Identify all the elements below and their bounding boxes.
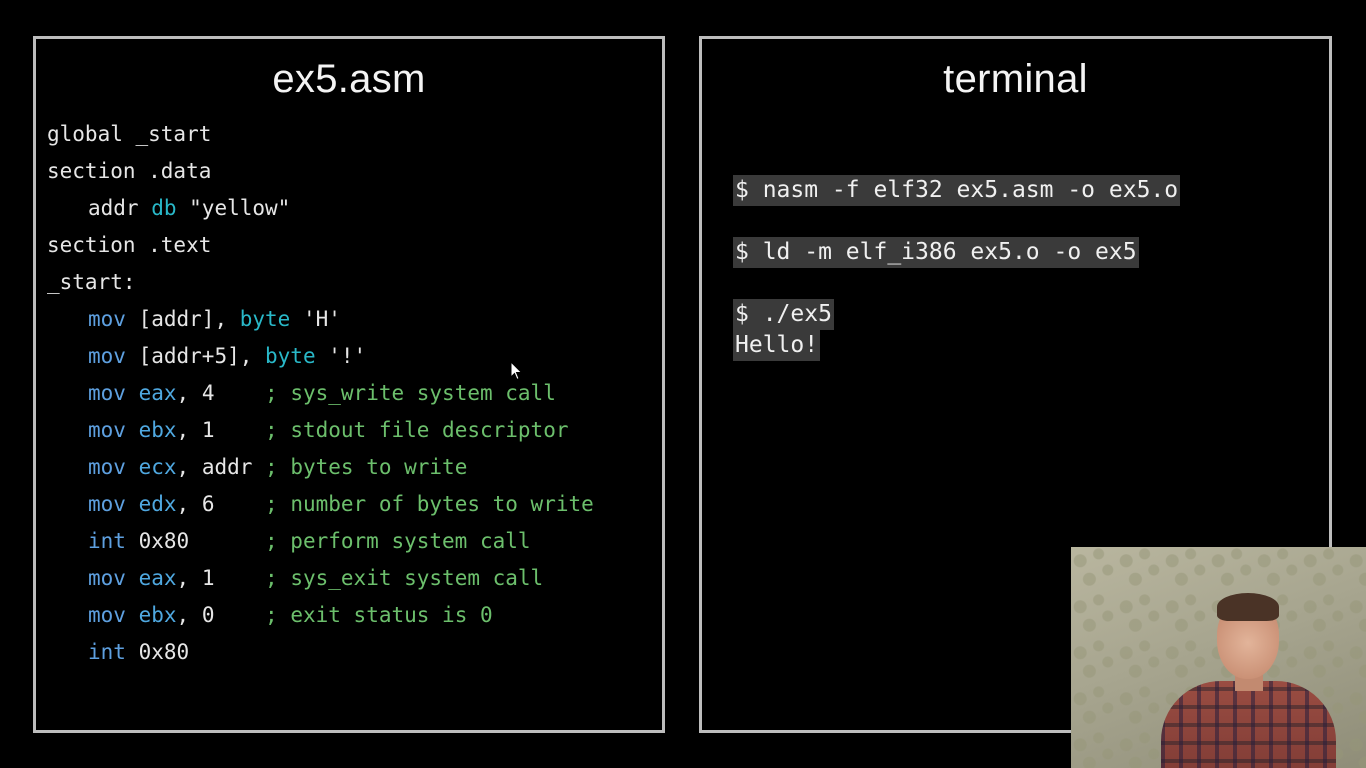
code-token: int [88, 640, 126, 664]
code-token: ; stdout file descriptor [265, 418, 569, 442]
terminal-output: $ nasm -f elf32 ex5.asm -o ex5.o $ ld -m … [733, 175, 1181, 361]
terminal-row: $ ld -m elf_i386 ex5.o -o ex5 [733, 237, 1180, 268]
code-line: mov edx, 6 ; number of bytes to write [47, 486, 594, 523]
terminal-row: Hello! [733, 330, 1180, 361]
code-token: global _start [47, 122, 212, 146]
code-token: mov [88, 307, 126, 331]
code-line: mov ecx, addr ; bytes to write [47, 449, 594, 486]
code-line: mov ebx, 1 ; stdout file descriptor [47, 412, 594, 449]
code-token: int [88, 529, 126, 553]
code-token: section .text [47, 233, 212, 257]
code-token: ebx [138, 603, 177, 627]
terminal-output-line: Hello! [733, 330, 821, 361]
code-line: _start: [47, 264, 594, 301]
code-token: db [151, 196, 177, 220]
code-panel: ex5.asm global _startsection .data addr d… [33, 36, 665, 733]
code-token: edx [138, 492, 177, 516]
code-token: 0x80 [125, 529, 266, 553]
code-line: mov [addr], byte 'H' [47, 301, 594, 338]
code-line: int 0x80 ; perform system call [47, 523, 594, 560]
code-token: ecx [138, 455, 177, 479]
code-line: mov eax, 1 ; sys_exit system call [47, 560, 594, 597]
code-token: ; sys_exit system call [265, 566, 544, 590]
mouse-cursor-icon [510, 361, 523, 381]
code-token: ; bytes to write [265, 455, 468, 479]
code-token: , 1 [176, 418, 266, 442]
code-line: int 0x80 [47, 634, 594, 671]
terminal-spacer [733, 268, 1180, 299]
code-line: section .data [47, 153, 594, 190]
code-token: mov [88, 418, 126, 442]
code-line: addr db "yellow" [47, 190, 594, 227]
code-token: mov [88, 344, 126, 368]
code-token: mov [88, 603, 126, 627]
code-token: ; exit status is 0 [265, 603, 493, 627]
code-token: _start: [47, 270, 136, 294]
code-token: 'H' [290, 307, 341, 331]
code-token: [addr], [125, 307, 240, 331]
presenter-webcam [1071, 547, 1366, 768]
code-token: mov [88, 455, 126, 479]
code-token: ebx [138, 418, 177, 442]
code-token: eax [138, 566, 177, 590]
code-token: , 6 [176, 492, 266, 516]
code-token: byte [265, 344, 316, 368]
code-line: mov ebx, 0 ; exit status is 0 [47, 597, 594, 634]
code-token: , addr [176, 455, 266, 479]
code-token: '!' [315, 344, 367, 368]
code-listing: global _startsection .data addr db "yello… [47, 116, 594, 671]
code-token: addr [88, 196, 152, 220]
code-line: section .text [47, 227, 594, 264]
code-token: section .data [47, 159, 212, 183]
code-token: mov [88, 566, 126, 590]
code-token: ; perform system call [265, 529, 531, 553]
terminal-command: $ ./ex5 [733, 299, 834, 330]
code-token: "yellow" [176, 196, 291, 220]
code-token: eax [138, 381, 177, 405]
terminal-row: $ nasm -f elf32 ex5.asm -o ex5.o [733, 175, 1181, 206]
terminal-command: $ nasm -f elf32 ex5.asm -o ex5.o [733, 175, 1181, 206]
code-token: ; number of bytes to write [265, 492, 594, 516]
terminal-panel-title: terminal [943, 57, 1088, 101]
presenter-body [1161, 681, 1336, 768]
code-line: global _start [47, 116, 594, 153]
code-token: ; sys_write system call [265, 381, 556, 405]
code-token: 0x80 [125, 640, 190, 664]
code-panel-title: ex5.asm [272, 57, 426, 101]
code-token: mov [88, 492, 126, 516]
code-token: mov [88, 381, 126, 405]
terminal-row: $ ./ex5 [733, 299, 1180, 330]
terminal-spacer [733, 206, 1180, 237]
presenter-hair [1217, 593, 1279, 621]
terminal-command: $ ld -m elf_i386 ex5.o -o ex5 [733, 237, 1139, 268]
code-token: , 1 [176, 566, 266, 590]
code-token: , 0 [176, 603, 266, 627]
code-token: [addr+5], [125, 344, 266, 368]
code-token: byte [239, 307, 291, 331]
code-token: , 4 [176, 381, 266, 405]
